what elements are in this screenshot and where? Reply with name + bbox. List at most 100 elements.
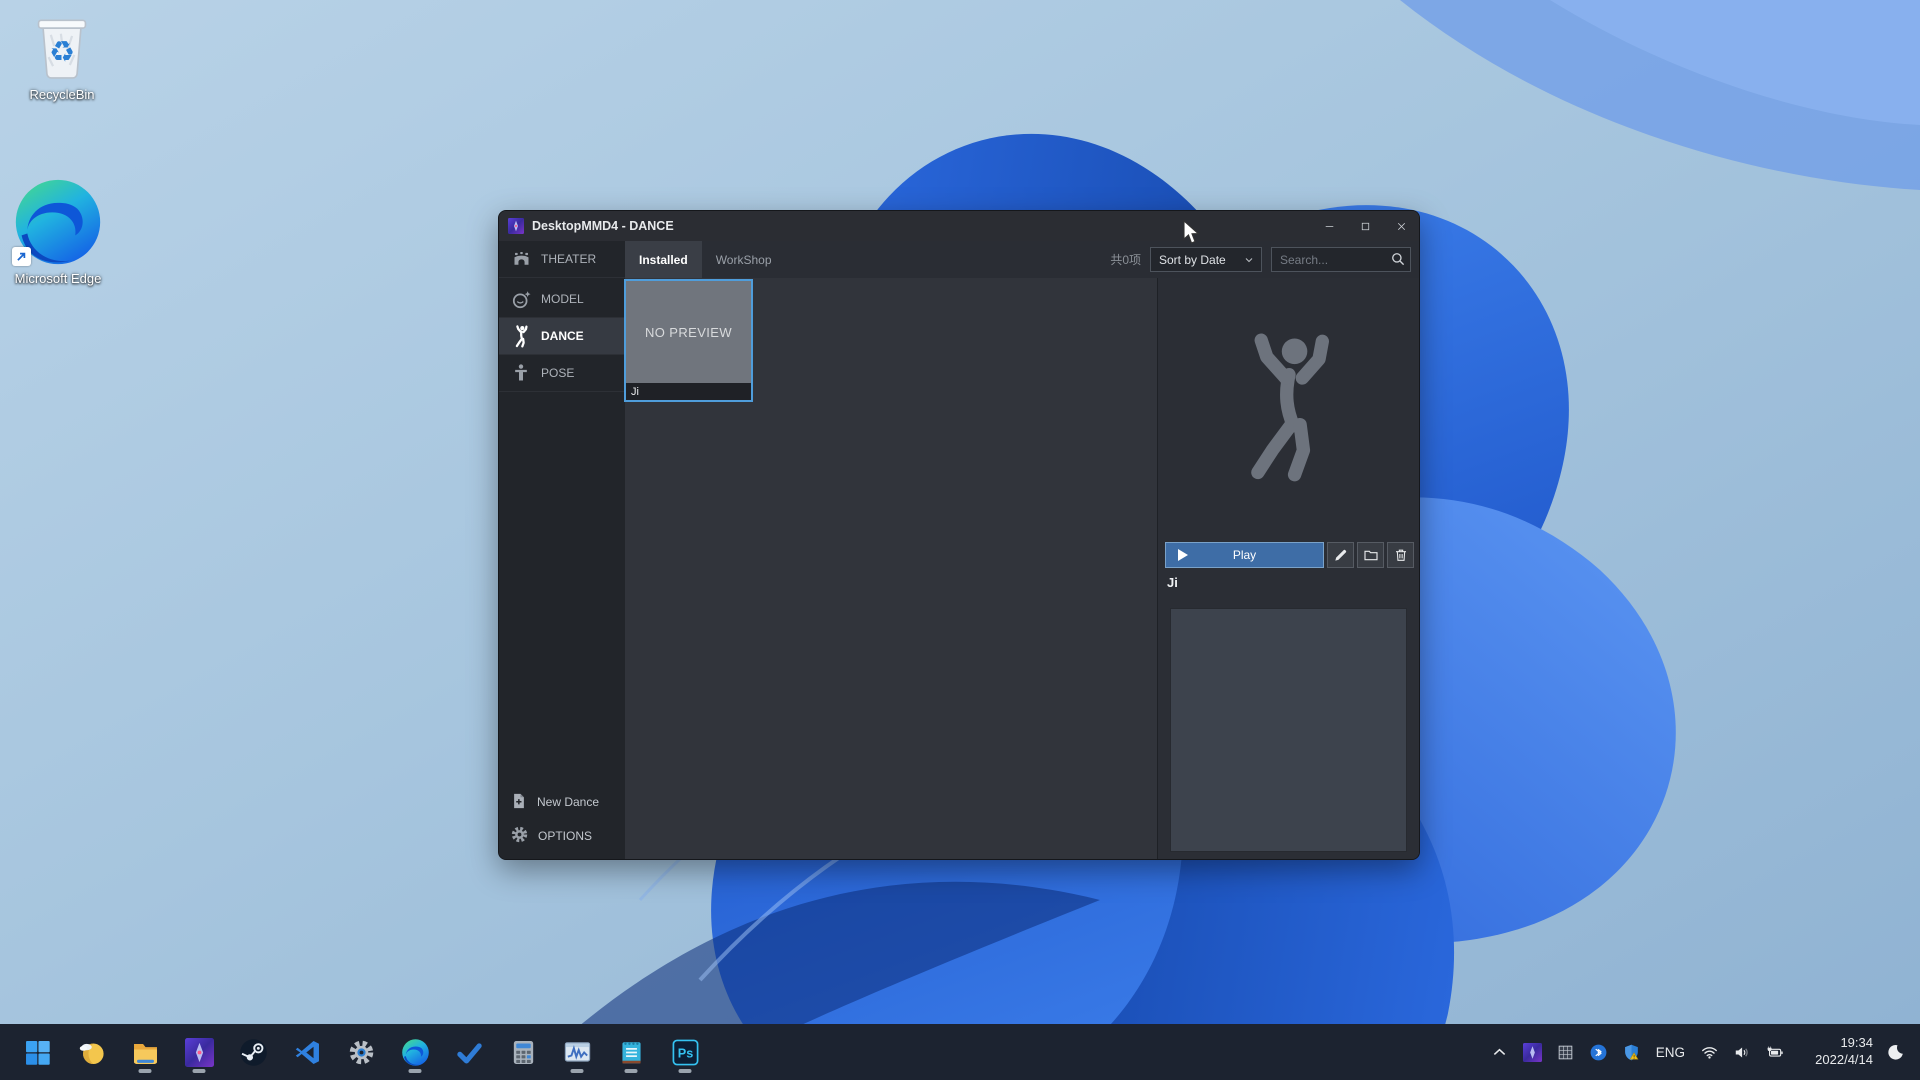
sidebar-item-dance[interactable]: DANCE	[499, 318, 625, 355]
pose-icon	[510, 362, 532, 384]
sidebar-item-label: OPTIONS	[538, 829, 593, 843]
window-titlebar[interactable]: DesktopMMD4 - DANCE	[499, 211, 1419, 241]
widgets-weather-button[interactable]	[70, 1029, 112, 1075]
model-icon	[510, 288, 532, 310]
tray-bluetooth-icon[interactable]	[1588, 1041, 1610, 1063]
sidebar-item-model[interactable]: MODEL	[499, 281, 625, 318]
todo-check-icon	[456, 1042, 482, 1063]
sidebar-item-label: MODEL	[541, 292, 584, 306]
tray-battery-icon[interactable]	[1764, 1041, 1786, 1063]
running-indicator	[192, 1069, 206, 1073]
desktop-icon-label: RecycleBin	[29, 87, 95, 102]
play-button[interactable]: Play	[1165, 542, 1324, 568]
notepad-button[interactable]	[610, 1029, 652, 1075]
sort-dropdown-value: Sort by Date	[1159, 252, 1226, 267]
running-indicator	[570, 1069, 584, 1073]
new-file-icon	[510, 792, 528, 813]
desktop-icon-label: Microsoft Edge	[14, 271, 102, 286]
tab-workshop[interactable]: WorkShop	[702, 241, 786, 278]
chevron-down-icon	[1245, 257, 1253, 262]
sidebar-item-new-dance[interactable]: New Dance	[499, 785, 625, 819]
card-title: Ji	[626, 383, 751, 400]
steam-button[interactable]	[232, 1029, 274, 1075]
edit-button[interactable]	[1327, 542, 1354, 568]
desktopmmd-button[interactable]	[178, 1029, 220, 1075]
tray-wifi-icon[interactable]	[1698, 1041, 1720, 1063]
tray-time: 19:34	[1840, 1035, 1873, 1051]
system-tray: ENG 19:34 2022/4/14	[1489, 1024, 1920, 1080]
edge-button[interactable]	[394, 1029, 436, 1075]
tab-label: Installed	[639, 252, 688, 267]
sidebar-item-label: DANCE	[541, 329, 584, 343]
tray-chevron-up-icon[interactable]	[1489, 1041, 1511, 1063]
close-button[interactable]	[1383, 211, 1419, 241]
maximize-button[interactable]	[1347, 211, 1383, 241]
sidebar: THEATER MODEL DANCE POSE New Dance OPTIO…	[499, 241, 625, 859]
desktop-screen: ♻ RecycleBin Microsoft Edge DesktopMMD4 …	[0, 0, 1920, 1080]
search-icon[interactable]	[1389, 250, 1407, 268]
theater-icon	[510, 248, 532, 270]
sort-dropdown[interactable]: Sort by Date	[1150, 247, 1262, 272]
card-no-preview: NO PREVIEW	[626, 281, 751, 383]
play-icon	[1178, 549, 1188, 561]
running-indicator	[138, 1069, 152, 1073]
shortcut-arrow-icon	[12, 247, 31, 266]
recycle-bin-icon: ♻	[37, 19, 87, 79]
svg-text:Ps: Ps	[677, 1046, 693, 1060]
tray-language-indicator[interactable]: ENG	[1654, 1045, 1687, 1060]
tray-desktopmmd-icon[interactable]	[1522, 1041, 1544, 1063]
task-manager-button[interactable]	[556, 1029, 598, 1075]
photoshop-button[interactable]: Ps	[664, 1029, 706, 1075]
microsoft-todo-button[interactable]	[448, 1029, 490, 1075]
running-indicator	[678, 1069, 692, 1073]
play-button-label: Play	[1232, 548, 1257, 562]
tray-clock[interactable]: 19:34 2022/4/14	[1797, 1035, 1873, 1069]
tray-grid-app-icon[interactable]	[1555, 1041, 1577, 1063]
dance-grid: NO PREVIEW Ji	[624, 278, 1157, 859]
desktop-icon-recycle-bin[interactable]: ♻ RecycleBin	[12, 8, 112, 103]
edge-icon	[401, 1038, 429, 1066]
tab-label: WorkShop	[715, 252, 772, 267]
minimize-button[interactable]	[1311, 211, 1347, 241]
calculator-button[interactable]	[502, 1029, 544, 1075]
folder-icon	[1363, 550, 1378, 561]
tab-installed[interactable]: Installed	[625, 241, 702, 278]
desktopmmd-window: DesktopMMD4 - DANCE THEATER MODEL DANCE …	[498, 210, 1420, 860]
tray-security-shield-icon[interactable]	[1621, 1041, 1643, 1063]
app-icon[interactable]	[508, 218, 524, 234]
desktop-icon-microsoft-edge[interactable]: Microsoft Edge	[8, 176, 108, 287]
dance-card-ji[interactable]: NO PREVIEW Ji	[624, 279, 753, 402]
vscode-button[interactable]	[286, 1029, 328, 1075]
file-explorer-icon	[133, 1043, 157, 1064]
running-indicator	[624, 1069, 638, 1073]
detail-panel: Play Ji	[1157, 278, 1419, 859]
tray-moon-icon[interactable]	[1884, 1041, 1906, 1063]
settings-button[interactable]	[340, 1029, 382, 1075]
sidebar-item-theater[interactable]: THEATER	[499, 241, 625, 278]
desktopmmd-icon	[184, 1037, 214, 1067]
windows-start-icon	[25, 1040, 50, 1065]
start-button[interactable]	[16, 1029, 58, 1075]
delete-button[interactable]	[1387, 542, 1414, 568]
tab-toolbar: Installed WorkShop 共0项 Sort by Date	[625, 241, 1419, 278]
sidebar-item-pose[interactable]: POSE	[499, 355, 625, 392]
tray-volume-icon[interactable]	[1731, 1041, 1753, 1063]
vscode-icon	[295, 1040, 319, 1064]
window-title: DesktopMMD4 - DANCE	[532, 219, 674, 233]
settings-gear-icon	[349, 1040, 373, 1064]
sidebar-item-label: New Dance	[537, 795, 600, 809]
file-explorer-button[interactable]	[124, 1029, 166, 1075]
photoshop-icon: Ps	[672, 1039, 698, 1065]
open-folder-button[interactable]	[1357, 542, 1384, 568]
items-count-label: 共0项	[1110, 253, 1141, 267]
detail-title: Ji	[1167, 575, 1178, 590]
gear-icon	[510, 825, 529, 847]
performance-monitor-icon	[564, 1041, 590, 1062]
steam-icon	[239, 1038, 267, 1066]
moon-weather-icon	[79, 1042, 104, 1064]
sidebar-item-options[interactable]: OPTIONS	[499, 819, 625, 853]
tray-date: 2022/4/14	[1815, 1052, 1873, 1067]
running-indicator	[408, 1069, 422, 1073]
notepad-icon	[621, 1041, 641, 1063]
trash-icon	[1395, 549, 1406, 561]
